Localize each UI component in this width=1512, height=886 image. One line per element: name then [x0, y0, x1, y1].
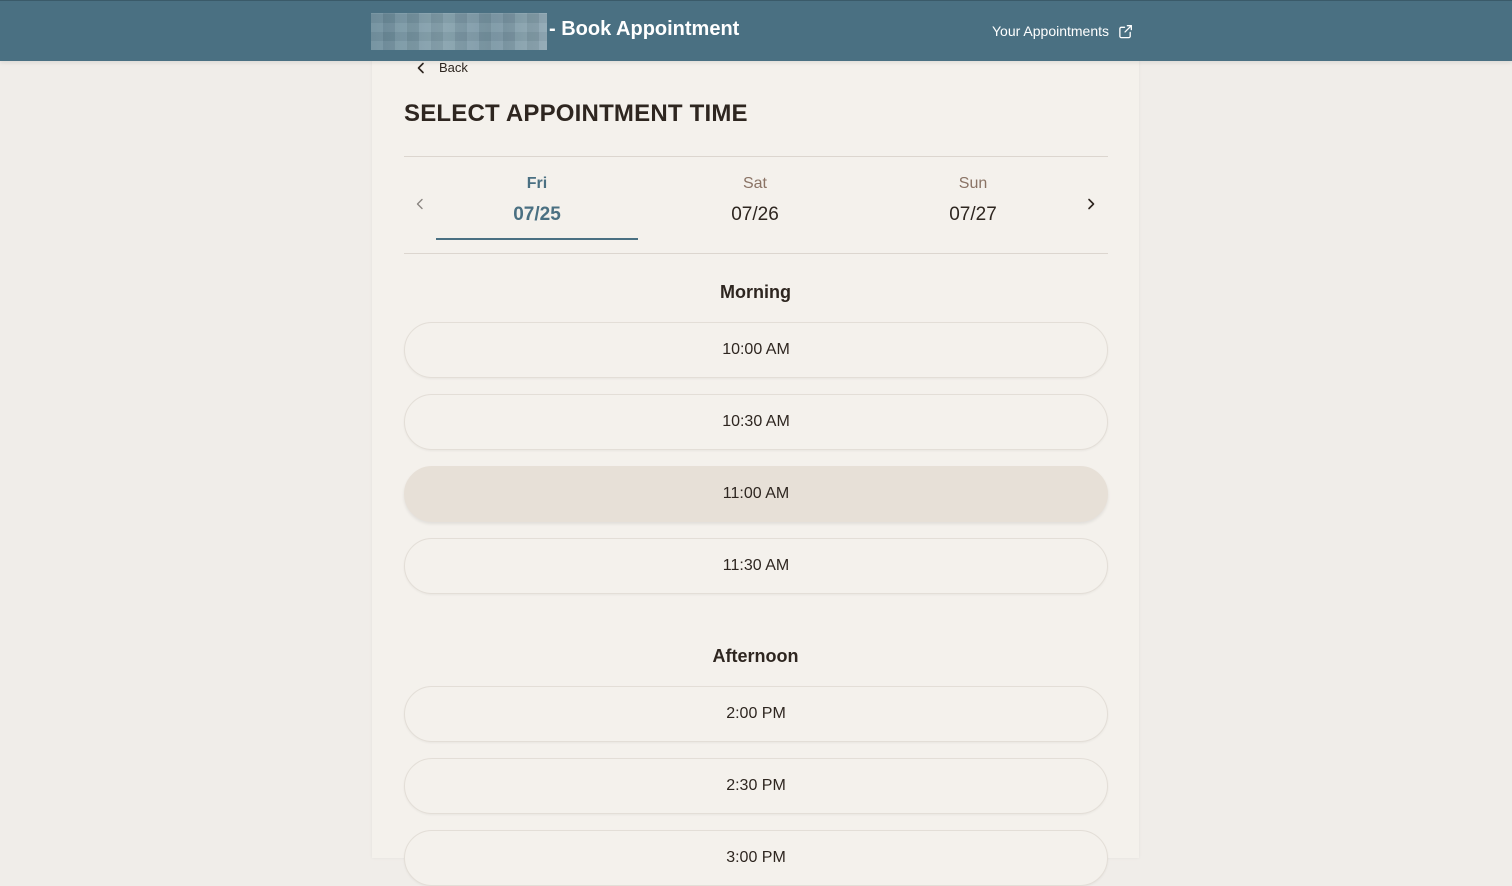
back-button[interactable]: Back [416, 60, 468, 75]
back-label: Back [439, 60, 468, 75]
page-heading: - Book Appointment [549, 18, 740, 40]
brand-logo-redacted [371, 13, 547, 50]
day-of-week: Sun [958, 175, 988, 192]
section-morning-label: Morning [720, 282, 791, 302]
time-slot[interactable]: 2:00 PM [404, 686, 1108, 742]
top-bar: - Book Appointment Your Appointments [0, 0, 1512, 61]
day-tab-fri[interactable]: Fri 07/25 [436, 175, 638, 240]
time-slot[interactable]: 10:30 AM [404, 394, 1108, 450]
day-tab-sun[interactable]: Sun 07/27 [872, 175, 1074, 226]
time-slot[interactable]: 10:00 AM [404, 322, 1108, 378]
divider-bottom [404, 253, 1108, 254]
your-appointments-label: Your Appointments [992, 23, 1110, 39]
time-slot-selected[interactable]: 11:00 AM [404, 466, 1108, 522]
time-slot[interactable]: 11:30 AM [404, 538, 1108, 594]
page-title: SELECT APPOINTMENT TIME [404, 100, 748, 127]
time-slot[interactable]: 3:00 PM [404, 830, 1108, 886]
prev-day-chevron-left-icon[interactable] [412, 196, 428, 212]
next-day-chevron-right-icon[interactable] [1083, 196, 1099, 212]
day-selector: Fri 07/25 Sat 07/26 Sun 07/27 [404, 157, 1108, 253]
day-date: 07/25 [513, 204, 561, 225]
chevron-left-icon [417, 62, 424, 73]
time-slot[interactable]: 2:30 PM [404, 758, 1108, 814]
external-link-icon [1119, 24, 1132, 38]
day-date: 07/26 [731, 204, 779, 225]
day-date: 07/27 [949, 204, 997, 225]
booking-panel: Back SELECT APPOINTMENT TIME Fri 07/25 S… [372, 60, 1139, 886]
day-of-week: Sat [742, 175, 767, 192]
your-appointments-link[interactable]: Your Appointments [992, 23, 1133, 39]
day-of-week: Fri [526, 175, 548, 192]
day-tab-sat[interactable]: Sat 07/26 [654, 175, 856, 226]
section-afternoon-label: Afternoon [712, 646, 799, 666]
